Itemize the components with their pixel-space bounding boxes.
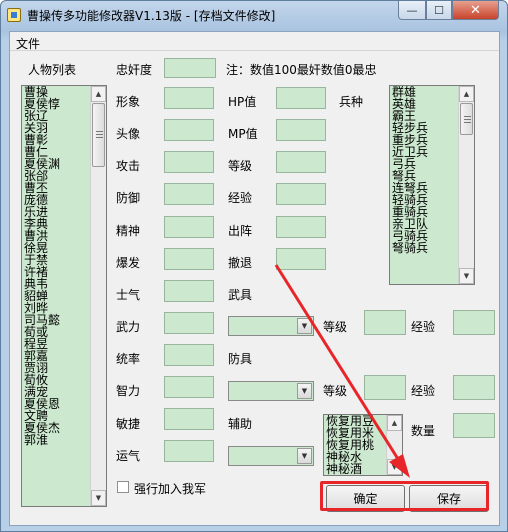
assist-combo-arrow[interactable]: ▼	[297, 448, 312, 464]
form-label: 形象	[116, 95, 141, 109]
hero-list-scrollbar[interactable]: ▲ ▼	[90, 86, 106, 506]
armor-level-label: 等级	[323, 384, 348, 398]
command-input[interactable]	[164, 344, 214, 366]
list-item[interactable]: 神秘酒	[326, 463, 374, 475]
loyalty-note: 注：数值100最奸数值0最忠	[226, 63, 377, 77]
morale-label: 士气	[116, 288, 141, 302]
weapon-combo-arrow[interactable]: ▼	[297, 318, 312, 334]
luck-label: 运气	[116, 449, 141, 463]
luck-input[interactable]	[164, 440, 214, 462]
hero-list[interactable]: 曹操 夏侯惇 张辽 关羽 曹彰 曹仁 夏侯渊 张郃 曹丕 庞德 乐进 李典 曹洪 徐晃 于禁 许褚 典韦 貂蝉 刘晔…	[21, 85, 107, 507]
item-scroll-down[interactable]: ▼	[387, 459, 402, 475]
force-join-label: 强行加入我军	[134, 482, 207, 496]
item-list[interactable]: 恢复用豆 恢复用米 恢复用桃 神秘水 神秘酒 ▲ ▼	[323, 414, 403, 476]
force-input[interactable]	[164, 312, 214, 334]
weapon-exp-label: 经验	[411, 320, 436, 334]
exp-label: 经验	[228, 191, 253, 205]
troop-scroll-thumb[interactable]	[460, 103, 473, 135]
spirit-input[interactable]	[164, 216, 214, 238]
troop-label: 兵种	[339, 95, 364, 109]
weapon-level-label: 等级	[323, 320, 348, 334]
mp-input[interactable]	[276, 119, 326, 141]
assist-combo[interactable]: ▼	[228, 446, 314, 466]
item-list-scrollbar[interactable]: ▲ ▼	[386, 415, 402, 475]
scroll-up-button[interactable]: ▲	[91, 86, 106, 102]
armor-combo[interactable]: ▼	[228, 381, 314, 401]
weapon-level-input[interactable]	[364, 310, 406, 335]
troop-scroll-up[interactable]: ▲	[459, 86, 474, 102]
head-input[interactable]	[164, 119, 214, 141]
attack-label: 攻击	[116, 159, 141, 173]
highlight-box	[320, 481, 489, 511]
sortie-input[interactable]	[276, 216, 326, 238]
intelligence-label: 智力	[116, 384, 141, 398]
quantity-label: 数量	[411, 424, 436, 438]
client-area: 文件 人物列表 曹操 夏侯惇 张辽 关羽 曹彰 曹仁 夏侯渊 张郃 曹丕 庞德 乐进 李典 曹洪 徐晃 于禁…	[9, 31, 500, 526]
troop-list-scrollbar[interactable]: ▲ ▼	[458, 86, 474, 284]
list-item[interactable]: 郭淮	[24, 434, 60, 446]
armor-combo-arrow[interactable]: ▼	[297, 383, 312, 399]
weapon-combo[interactable]: ▼	[228, 316, 314, 336]
agility-input[interactable]	[164, 408, 214, 430]
armor-label: 防具	[228, 352, 253, 366]
item-scroll-up[interactable]: ▲	[387, 415, 402, 431]
intelligence-input[interactable]	[164, 376, 214, 398]
defense-label: 防御	[116, 191, 141, 205]
agility-label: 敏捷	[116, 417, 141, 431]
force-label: 武力	[116, 320, 141, 334]
level-label: 等级	[228, 159, 253, 173]
attack-input[interactable]	[164, 151, 214, 173]
hp-label: HP值	[228, 95, 257, 109]
app-icon	[7, 8, 21, 22]
armor-exp-input[interactable]	[453, 375, 495, 400]
scroll-thumb[interactable]	[92, 103, 105, 167]
assist-label: 辅助	[228, 417, 253, 431]
hero-list-items: 曹操 夏侯惇 张辽 关羽 曹彰 曹仁 夏侯渊 张郃 曹丕 庞德 乐进 李典 曹洪 徐晃 于禁 许褚 典韦 貂蝉 刘晔…	[24, 86, 60, 446]
retreat-label: 撤退	[228, 256, 253, 270]
exp-input[interactable]	[276, 183, 326, 205]
armor-level-input[interactable]	[364, 375, 406, 400]
hero-list-label: 人物列表	[28, 63, 77, 77]
head-label: 头像	[116, 127, 141, 141]
force-join-checkbox[interactable]	[117, 481, 129, 493]
item-list-items: 恢复用豆 恢复用米 恢复用桃 神秘水 神秘酒	[326, 415, 374, 475]
close-button[interactable]: ✕	[452, 1, 499, 20]
list-item[interactable]: 弩骑兵	[392, 242, 428, 254]
minimize-button[interactable]: —	[398, 1, 426, 20]
quantity-input[interactable]	[453, 413, 495, 438]
title-bar: 曹操传多功能修改器V1.13版 - [存档文件修改] — ☐ ✕	[1, 1, 507, 29]
troop-scroll-down[interactable]: ▼	[459, 268, 474, 284]
retreat-input[interactable]	[276, 248, 326, 270]
defense-input[interactable]	[164, 183, 214, 205]
troop-list[interactable]: 群雄 英雄 霸王 轻步兵 重步兵 近卫兵 弓兵 弩兵 连弩兵 轻骑兵 重骑兵 亲卫队 弓骑兵 弩骑兵 ▲ …	[389, 85, 475, 285]
burst-label: 爆发	[116, 256, 141, 270]
mp-label: MP值	[228, 127, 258, 141]
troop-list-items: 群雄 英雄 霸王 轻步兵 重步兵 近卫兵 弓兵 弩兵 连弩兵 轻骑兵 重骑兵 亲卫队 弓骑兵 弩骑兵	[392, 86, 428, 254]
level-input[interactable]	[276, 151, 326, 173]
main-window: 曹操传多功能修改器V1.13版 - [存档文件修改] — ☐ ✕ 文件 人物列表…	[0, 0, 508, 532]
form-input[interactable]	[164, 87, 214, 109]
scroll-down-button[interactable]: ▼	[91, 490, 106, 506]
menu-file[interactable]: 文件	[16, 35, 40, 52]
maximize-button[interactable]: ☐	[426, 1, 452, 20]
weapon-label: 武具	[228, 288, 253, 302]
command-label: 统率	[116, 352, 141, 366]
armor-exp-label: 经验	[411, 384, 436, 398]
hp-input[interactable]	[276, 87, 326, 109]
morale-input[interactable]	[164, 280, 214, 302]
weapon-exp-input[interactable]	[453, 310, 495, 335]
burst-input[interactable]	[164, 248, 214, 270]
loyalty-label: 忠奸度	[116, 63, 153, 77]
spirit-label: 精神	[116, 224, 141, 238]
loyalty-input[interactable]	[164, 58, 216, 78]
sortie-label: 出阵	[228, 224, 253, 238]
menu-bar: 文件	[10, 32, 499, 51]
window-title: 曹操传多功能修改器V1.13版 - [存档文件修改]	[27, 9, 276, 23]
